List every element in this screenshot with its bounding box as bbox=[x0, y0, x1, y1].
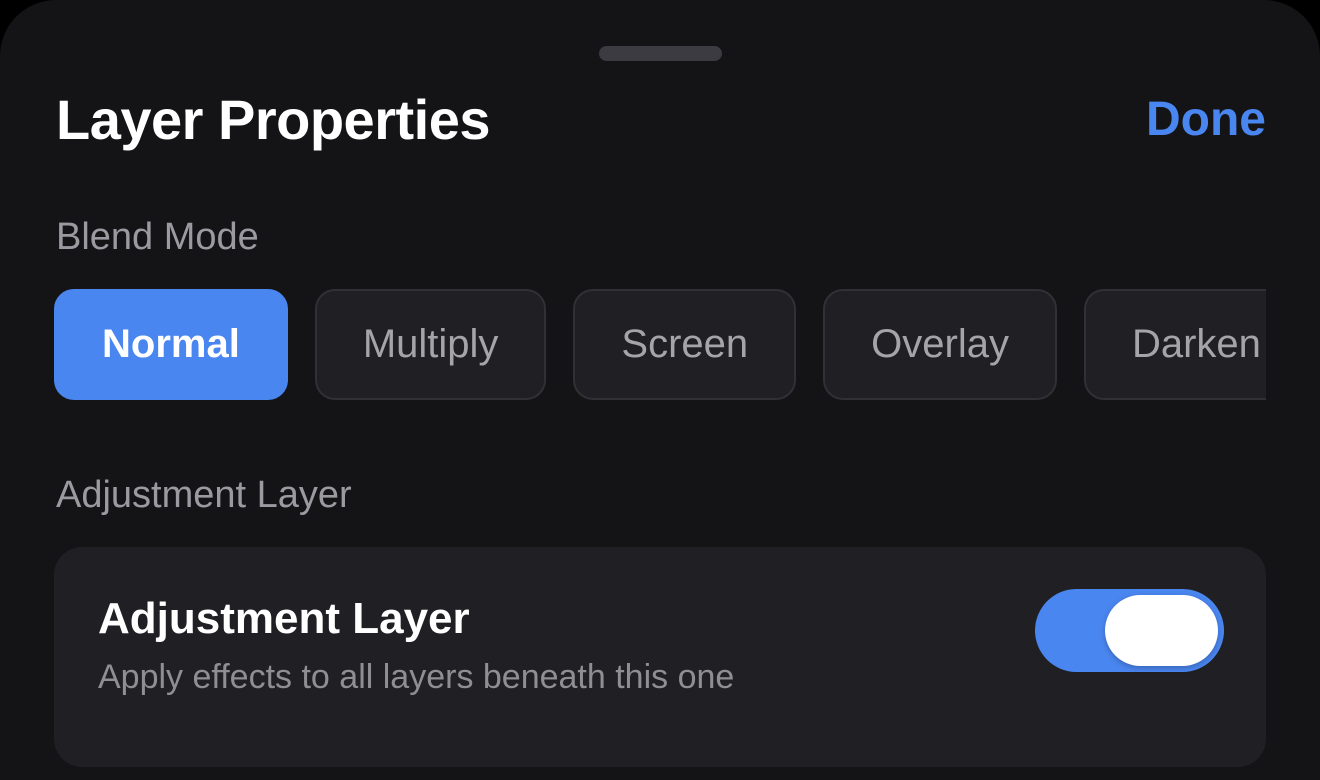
blend-mode-options: Normal Multiply Screen Overlay Darken bbox=[54, 289, 1266, 400]
done-button[interactable]: Done bbox=[1146, 84, 1266, 156]
sheet-grabber-handle[interactable] bbox=[599, 46, 722, 61]
blend-mode-option-overlay[interactable]: Overlay bbox=[823, 289, 1057, 400]
page-title: Layer Properties bbox=[56, 88, 490, 151]
adjustment-layer-card: Adjustment Layer Apply effects to all la… bbox=[54, 547, 1266, 767]
blend-mode-option-screen[interactable]: Screen bbox=[573, 289, 797, 400]
adjustment-layer-description: Apply effects to all layers beneath this… bbox=[98, 658, 735, 696]
adjustment-layer-section-label: Adjustment Layer bbox=[56, 474, 352, 516]
toggle-knob bbox=[1105, 595, 1218, 666]
blend-mode-scroller[interactable]: Normal Multiply Screen Overlay Darken bbox=[54, 289, 1266, 400]
blend-mode-label: Blend Mode bbox=[56, 216, 259, 258]
blend-mode-option-multiply[interactable]: Multiply bbox=[314, 289, 547, 400]
layer-properties-sheet: Layer Properties Done Blend Mode Normal … bbox=[0, 0, 1320, 780]
adjustment-layer-title: Adjustment Layer bbox=[98, 594, 470, 643]
adjustment-layer-toggle[interactable] bbox=[1035, 589, 1224, 672]
blend-mode-option-normal[interactable]: Normal bbox=[54, 289, 288, 400]
blend-mode-option-darken[interactable]: Darken bbox=[1083, 289, 1266, 400]
